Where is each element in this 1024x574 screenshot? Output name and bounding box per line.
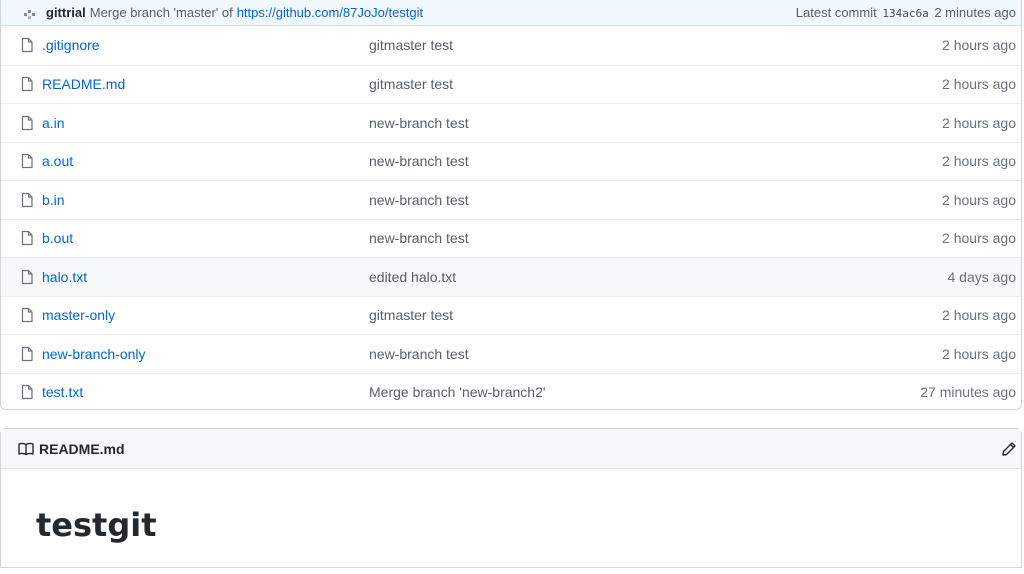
file-name-link[interactable]: master-only: [42, 307, 369, 323]
file-icon: [19, 346, 35, 362]
file-icon: [19, 115, 35, 131]
commit-author-link[interactable]: gittrial: [46, 5, 86, 20]
file-icon: [19, 269, 35, 285]
file-row[interactable]: README.md gitmaster test 2 hours ago: [1, 64, 1021, 104]
file-commit-message[interactable]: edited halo.txt: [369, 269, 948, 285]
readme-heading: testgit: [36, 506, 157, 544]
file-row[interactable]: b.in new-branch test 2 hours ago: [1, 180, 1021, 219]
file-name-link[interactable]: test.txt: [42, 384, 369, 400]
file-list: gittrial Merge branch 'master' of https:…: [0, 0, 1022, 410]
file-row[interactable]: halo.txt edited halo.txt 4 days ago: [1, 257, 1021, 296]
file-commit-age: 4 days ago: [947, 268, 1017, 285]
file-commit-age: 27 minutes ago: [920, 384, 1016, 401]
file-commit-message[interactable]: gitmaster test: [369, 307, 942, 323]
file-row[interactable]: a.out new-branch test 2 hours ago: [1, 141, 1021, 181]
commit-message[interactable]: Merge branch 'master' of: [90, 5, 233, 20]
file-row[interactable]: a.in new-branch test 2 hours ago: [1, 103, 1021, 142]
file-commit-age: 2 hours ago: [942, 191, 1016, 208]
avatar-icon[interactable]: [23, 6, 37, 20]
file-commit-age: 2 hours ago: [942, 37, 1016, 54]
file-icon: [19, 76, 35, 92]
readme-panel: README.md testgit: [0, 428, 1022, 568]
file-name-link[interactable]: new-branch-only: [42, 346, 369, 362]
file-commit-message[interactable]: new-branch test: [369, 115, 942, 131]
book-icon: [18, 441, 34, 457]
file-commit-message[interactable]: new-branch test: [369, 230, 942, 246]
file-row[interactable]: .gitignore gitmaster test 2 hours ago: [1, 26, 1021, 65]
file-name-link[interactable]: b.out: [42, 230, 369, 246]
file-row[interactable]: new-branch-only new-branch test 2 hours ag…: [1, 334, 1021, 373]
pencil-icon[interactable]: [1001, 441, 1017, 457]
file-commit-age: 2 hours ago: [942, 307, 1016, 324]
file-name-link[interactable]: a.in: [42, 115, 369, 131]
file-icon: [19, 153, 35, 169]
file-commit-message[interactable]: Merge branch 'new-branch2': [369, 384, 920, 400]
readme-filename: README.md: [39, 440, 125, 457]
file-name-link[interactable]: halo.txt: [42, 269, 369, 285]
latest-commit-label: Latest commit: [795, 5, 877, 20]
file-row[interactable]: master-only gitmaster test 2 hours ago: [1, 295, 1021, 335]
file-commit-message[interactable]: gitmaster test: [369, 76, 942, 92]
commit-sha-link[interactable]: 134ac6a: [882, 7, 928, 20]
latest-commit-info: Latest commit 134ac6a 2 minutes ago: [796, 5, 1016, 20]
file-row[interactable]: test.txt Merge branch 'new-branch2' 27 min…: [1, 372, 1021, 412]
readme-header: README.md: [1, 429, 1021, 469]
file-icon: [19, 230, 35, 246]
file-name-link[interactable]: README.md: [42, 76, 369, 92]
commit-age: 2 minutes ago: [934, 5, 1016, 20]
file-commit-age: 2 hours ago: [942, 153, 1016, 170]
file-commit-age: 2 hours ago: [942, 114, 1016, 131]
file-row[interactable]: b.out new-branch test 2 hours ago: [1, 218, 1021, 258]
file-icon: [19, 307, 35, 323]
file-commit-message[interactable]: new-branch test: [369, 192, 942, 208]
file-icon: [19, 384, 35, 400]
file-commit-age: 2 hours ago: [942, 345, 1016, 362]
file-name-link[interactable]: b.in: [42, 192, 369, 208]
file-name-link[interactable]: .gitignore: [42, 37, 369, 53]
commit-repo-link[interactable]: https://github.com/87JoJo/testgit: [237, 5, 423, 20]
file-icon: [19, 37, 35, 53]
file-commit-age: 2 hours ago: [942, 230, 1016, 247]
file-commit-message[interactable]: gitmaster test: [369, 37, 942, 53]
file-commit-message[interactable]: new-branch test: [369, 153, 942, 169]
readme-body: testgit: [1, 469, 1021, 574]
file-commit-message[interactable]: new-branch test: [369, 346, 942, 362]
file-name-link[interactable]: a.out: [42, 153, 369, 169]
file-icon: [19, 192, 35, 208]
latest-commit-bar: gittrial Merge branch 'master' of https:…: [1, 0, 1021, 26]
file-commit-age: 2 hours ago: [942, 76, 1016, 93]
